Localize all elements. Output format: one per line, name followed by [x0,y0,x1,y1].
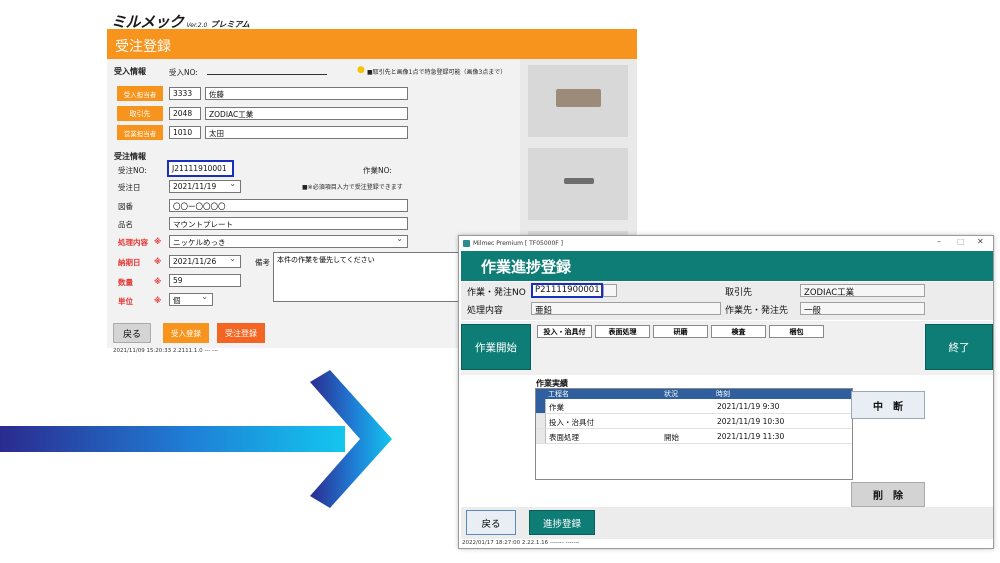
required-mark: ※ [154,257,162,266]
process-select[interactable]: ニッケルめっき [169,235,408,248]
delete-button[interactable]: 削 除 [851,482,925,507]
order-date-label: 受注日 [118,183,141,192]
grid-header-status: 状況 [664,390,678,398]
process-label: 処理内容 [467,306,504,316]
client-name-field[interactable]: ZODIAC工業 [205,107,408,120]
due-date-label: 納期日 [118,258,141,267]
row-process: 表面処理 [549,433,579,442]
receipt-no-line [207,74,327,75]
order-no-field[interactable]: J21111910001 [167,160,234,177]
quantity-field[interactable]: 59 [169,274,241,287]
row-time: 2021/11/19 11:30 [717,432,785,441]
results-grid[interactable]: 工程名 状況 時刻 作業 2021/11/19 9:30 投入・治具付 2021… [535,388,853,480]
minimize-icon[interactable]: – [937,237,941,246]
receiver-code-field[interactable]: 3333 [169,87,201,100]
unit-label: 単位 [118,297,133,306]
required-mark: ※ [154,296,162,305]
window-title: Milmec Premium [ TF05000F ] [473,239,564,247]
row-process: 投入・治具付 [549,418,594,427]
order-section-heading: 受注情報 [114,152,146,161]
back-button[interactable]: 戻る [113,323,151,343]
client-code-field[interactable]: 2048 [169,107,201,120]
work-no-label: 作業NO: [363,166,392,175]
client-label: 取引先 [725,288,753,298]
grid-header-process: 工程名 [548,390,569,398]
step-button-inspect[interactable]: 検査 [711,325,766,338]
drawing-no-label: 図番 [118,202,133,211]
work-dest-field[interactable]: 一般 [800,302,925,316]
client-field[interactable]: ZODIAC工業 [800,284,925,298]
sales-code-field[interactable]: 1010 [169,126,201,139]
required-notice: ■※必須項目入力で受注登録できます [302,184,403,191]
progress-main: 作業開始 投入・治具付 表面処理 研磨 検査 梱包 終了 作業実績 工程名 状況… [461,321,993,507]
receiver-name-field[interactable]: 佐藤 [205,87,408,100]
part-shape [556,89,601,107]
page-title: 作業進捗登録 [461,251,993,281]
window-titlebar: Milmec Premium [ TF05000F ] – □ ✕ [459,236,993,250]
order-no-label: 受注NO: [118,166,147,175]
flow-arrow-icon [0,370,392,508]
register-progress-button[interactable]: 進捗登録 [529,510,595,535]
sales-rep-button[interactable]: 営業担当者 [117,125,163,140]
page-title: 受注登録 [107,29,637,59]
quantity-label: 数量 [118,278,133,287]
status-bar: 2021/11/09 15:20:33 2.2111.1.0 --- --- [113,348,219,354]
required-mark: ※ [154,277,162,286]
step-button-loading[interactable]: 投入・治具付 [537,325,592,338]
unit-select[interactable]: 個 [169,293,213,306]
table-row[interactable]: 投入・治具付 2021/11/19 10:30 [536,414,852,429]
row-time: 2021/11/19 10:30 [717,417,785,426]
process-field[interactable]: 亜鉛 [531,302,721,316]
pause-button[interactable]: 中 断 [851,391,925,419]
table-row[interactable]: 表面処理 開始 2021/11/19 11:30 [536,429,852,444]
maximize-icon[interactable]: □ [957,237,965,246]
progress-footer: 戻る 進捗登録 [461,507,993,539]
row-time: 2021/11/19 9:30 [717,402,780,411]
due-date-picker[interactable]: 2021/11/26 [169,255,241,268]
part-shape [564,178,594,184]
work-order-label: 作業・発注NO [467,288,526,298]
memo-label: 備考 [255,258,270,267]
lightbulb-icon: ● [357,65,365,75]
step-button-surface[interactable]: 表面処理 [595,325,650,338]
receipt-no-label: 受入NO: [169,68,198,77]
grid-header-time: 時刻 [716,390,730,398]
work-order-no-field[interactable]: P21111900001 [531,283,603,298]
work-order-suffix-field[interactable] [603,284,617,297]
status-bar: 2022/01/17 18:27:00 2.22.1.16 ------- --… [462,540,580,546]
sales-name-field[interactable]: 太田 [205,126,408,139]
drawing-no-field[interactable]: 〇〇ー〇〇〇〇 [169,199,408,212]
quick-register-notice: ■取引先と画像1点で特急登録可能（画像3点まで） [367,69,507,76]
start-work-button[interactable]: 作業開始 [461,324,531,370]
row-status: 開始 [664,433,679,442]
product-image-2[interactable] [528,148,628,220]
row-process: 作業 [549,403,564,412]
client-button[interactable]: 取引先 [117,106,163,121]
order-date-picker[interactable]: 2021/11/19 [169,180,241,193]
progress-registration-window: Milmec Premium [ TF05000F ] – □ ✕ 作業進捗登録… [458,235,994,549]
product-name-field[interactable]: マウントプレート [169,217,408,230]
step-button-polish[interactable]: 研磨 [653,325,708,338]
app-icon [463,239,470,247]
close-icon[interactable]: ✕ [977,237,984,246]
product-name-label: 品名 [118,220,133,229]
table-row[interactable]: 作業 2021/11/19 9:30 [536,399,852,414]
required-mark: ※ [154,237,162,246]
receipt-section-heading: 受入情報 [114,67,146,76]
grid-header: 工程名 状況 時刻 [536,389,852,399]
step-button-pack[interactable]: 梱包 [769,325,824,338]
process-label: 処理内容 [118,238,148,247]
end-button[interactable]: 終了 [925,324,993,370]
work-info-panel: 作業・発注NO P21111900001 取引先 ZODIAC工業 処理内容 亜… [461,282,993,320]
receipt-register-button[interactable]: 受入登録 [163,323,209,343]
product-image-1[interactable] [528,65,628,137]
receiver-button[interactable]: 受入担当者 [117,86,163,101]
work-dest-label: 作業先・発注先 [725,306,789,316]
back-button[interactable]: 戻る [466,510,516,535]
order-register-button[interactable]: 受注登録 [217,323,265,343]
